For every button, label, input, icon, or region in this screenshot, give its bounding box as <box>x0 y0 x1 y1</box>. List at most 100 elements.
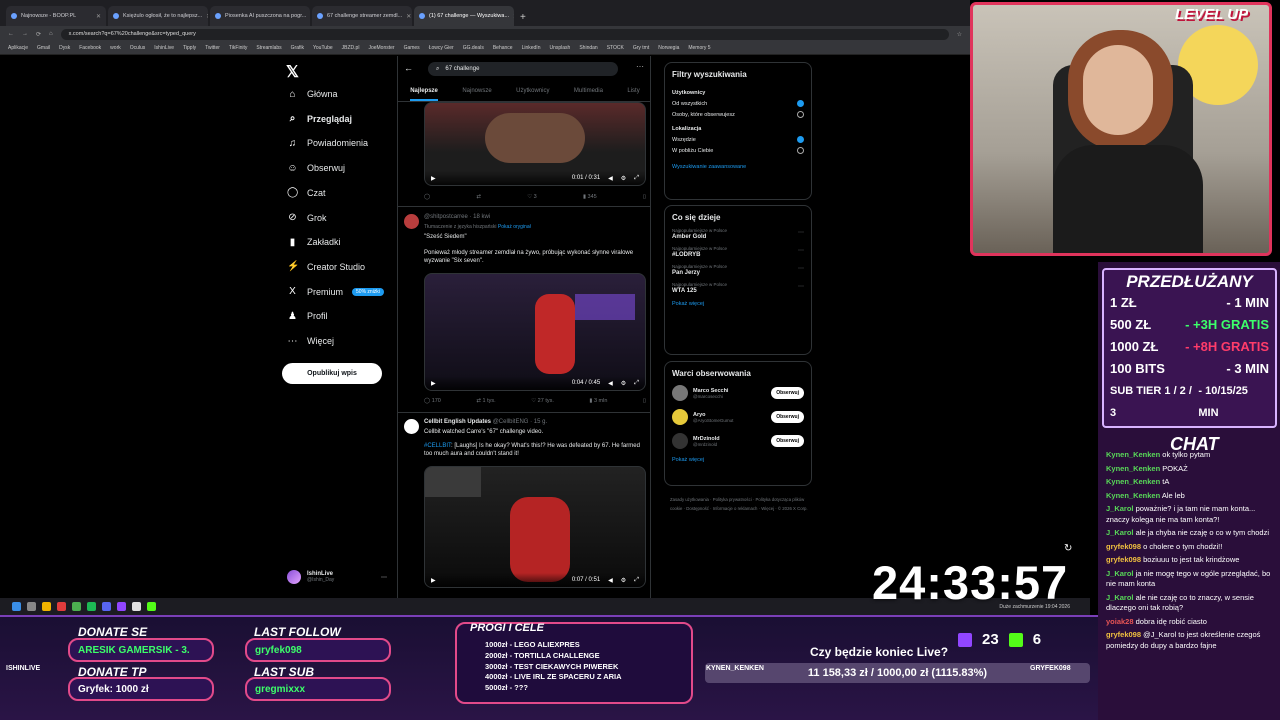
bookmark-item[interactable]: Dysk <box>59 45 70 51</box>
url-input[interactable]: x.com/search?q=67%20challenge&src=typed_… <box>60 28 949 40</box>
bookmark-item[interactable]: Behance <box>493 45 513 51</box>
search-input[interactable]: ⌕ 67 challenge <box>428 62 618 76</box>
chrome-icon[interactable] <box>132 602 141 611</box>
fullscreen-icon[interactable]: ⤢ <box>634 175 639 182</box>
follow-button[interactable]: Obserwuj <box>771 387 804 399</box>
bookmark-item[interactable]: Twitter <box>205 45 220 51</box>
star-icon[interactable]: ☆ <box>957 31 962 38</box>
post-button[interactable]: Opublikuj wpis <box>282 363 382 384</box>
app-icon[interactable] <box>72 602 81 611</box>
reload-icon[interactable]: ⟳ <box>36 31 41 38</box>
like-button[interactable]: ♡ 3 <box>527 194 537 200</box>
chat-username[interactable]: Kynen_Kenken <box>1106 450 1160 459</box>
bookmark-item[interactable]: Gmail <box>37 45 50 51</box>
more-dots-icon[interactable]: ⋯ <box>798 265 804 272</box>
reply-button[interactable]: ◯ 170 <box>424 398 441 404</box>
discord-icon[interactable] <box>102 602 111 611</box>
more-dots-icon[interactable]: ⋯ <box>798 247 804 254</box>
bookmark-item[interactable]: Gry tmt <box>633 45 649 51</box>
chat-username[interactable]: J_Karol <box>1106 504 1134 513</box>
bookmark-item[interactable]: TikFinity <box>229 45 247 51</box>
bookmark-item[interactable]: IshinLive <box>154 45 174 51</box>
close-tab-icon[interactable]: ✕ <box>96 13 101 20</box>
nav-item-czat[interactable]: ◯ Czat <box>287 183 397 203</box>
repost-button[interactable]: ⇄ 1 tys. <box>476 398 495 404</box>
bookmark-item[interactable]: Tipply <box>183 45 196 51</box>
video-player[interactable]: ▶ 0:04 / 0:45 ◀ ⚙ ⤢ <box>424 273 646 391</box>
avatar[interactable] <box>672 433 688 449</box>
browser-tab[interactable]: Księżulo ogłosił, że to najlepsz...✕ <box>108 6 208 26</box>
nav-item-więcej[interactable]: ⋯ Więcej <box>287 331 397 351</box>
chat-username[interactable]: Kynen_Kenken <box>1106 464 1160 473</box>
settings-icon[interactable]: ⚙ <box>621 380 626 387</box>
bookmark-item[interactable]: JBZD.pl <box>342 45 360 51</box>
close-tab-icon[interactable]: ✕ <box>513 13 514 20</box>
follow-suggestion[interactable]: Marco Secchi @marcosecchi Obserwuj <box>665 381 811 405</box>
bookmark-item[interactable]: LinkedIn <box>522 45 541 51</box>
video-controls[interactable]: ▶ 0:07 / 0:51 ◀ ⚙ ⤢ <box>425 573 645 587</box>
trend-item[interactable]: Najpopularniejsze w Polsce #LODRYB ⋯ <box>665 243 811 261</box>
filter-option[interactable]: Osoby, które obserwujesz <box>665 109 811 120</box>
advanced-search-link[interactable]: Wyszukiwanie zaawansowane <box>665 160 811 174</box>
show-more-link[interactable]: Pokaż więcej <box>665 453 811 467</box>
bookmark-item[interactable]: work <box>110 45 121 51</box>
x-logo-icon[interactable]: 𝕏 <box>286 62 299 82</box>
follow-suggestion[interactable]: Aryo @AryoStomeGumut Obserwuj <box>665 405 811 429</box>
filter-option[interactable]: Wszędzie <box>665 134 811 145</box>
fullscreen-icon[interactable]: ⤢ <box>634 577 639 584</box>
bookmark-item[interactable]: Grafik <box>291 45 304 51</box>
follow-suggestion[interactable]: MrDzinold @mrdzinold Obserwuj <box>665 429 811 453</box>
kick-icon[interactable] <box>147 602 156 611</box>
search-icon[interactable] <box>27 602 36 611</box>
home-button-icon[interactable]: ⌂ <box>49 31 53 37</box>
footer-links[interactable]: Zasady użytkowania · Polityka prywatnośc… <box>670 495 810 513</box>
nav-item-premium[interactable]: X Premium 50% zniżki <box>287 282 397 302</box>
nav-item-zakładki[interactable]: ▮ Zakładki <box>287 232 397 252</box>
play-icon[interactable]: ▶ <box>431 175 436 182</box>
nav-item-główna[interactable]: ⌂ Główna <box>287 84 397 104</box>
chat-username[interactable]: Kynen_Kenken <box>1106 477 1160 486</box>
settings-icon[interactable]: ⚙ <box>621 175 626 182</box>
bookmark-item[interactable]: Games <box>404 45 420 51</box>
reply-icon[interactable]: ◯ <box>424 194 430 200</box>
bookmark-item[interactable]: Łowcy Gier <box>429 45 454 51</box>
nav-item-powiadomienia[interactable]: ♫ Powiadomienia <box>287 133 397 153</box>
fullscreen-icon[interactable]: ⤢ <box>634 380 639 387</box>
tab-najnowsze[interactable]: Najnowsze <box>462 88 491 94</box>
tab-najlepsze[interactable]: Najlepsze <box>410 88 438 101</box>
chat-username[interactable]: J_Karol <box>1106 528 1134 537</box>
browser-tab[interactable]: Piosenka AI puszczona na pogr...✕ <box>210 6 310 26</box>
more-dots-icon[interactable]: ⋯ <box>798 229 804 236</box>
settings-icon[interactable]: ⚙ <box>621 577 626 584</box>
bookmark-icon[interactable]: ▯ <box>643 194 646 200</box>
close-tab-icon[interactable]: ✕ <box>206 13 208 20</box>
bookmark-item[interactable]: Facebook <box>79 45 101 51</box>
browser-tab[interactable]: (1) 67 challenge — Wyszukiwa...✕ <box>414 6 514 26</box>
chat-username[interactable]: gryfek098 <box>1106 542 1141 551</box>
nav-item-obserwuj[interactable]: ☺ Obserwuj <box>287 158 397 178</box>
bookmark-item[interactable]: Aplikacje <box>8 45 28 51</box>
volume-icon[interactable]: ◀ <box>608 380 613 387</box>
views-count[interactable]: ▮ 345 <box>583 194 597 200</box>
avatar[interactable] <box>404 214 419 229</box>
chat-username[interactable]: gryfek098 <box>1106 555 1141 564</box>
video-controls[interactable]: ▶ 0:01 / 0:31 ◀ ⚙ ⤢ <box>425 171 645 185</box>
tab-listy[interactable]: Listy <box>627 88 639 94</box>
filter-option[interactable]: W pobliżu Ciebie <box>665 145 811 156</box>
browser-tab[interactable]: 67 challenge streamer zemdl... ✕ <box>312 6 412 26</box>
nav-item-przeglądaj[interactable]: ⌕ Przeglądaj <box>287 109 397 129</box>
forward-arrow-icon[interactable]: → <box>22 31 28 37</box>
chat-username[interactable]: gryfek098 <box>1106 630 1141 639</box>
avatar[interactable] <box>672 409 688 425</box>
spotify-icon[interactable] <box>87 602 96 611</box>
nav-item-profil[interactable]: ♟ Profil <box>287 306 397 326</box>
nav-item-grok[interactable]: ⊘ Grok <box>287 208 397 228</box>
more-options-icon[interactable]: ⋯ <box>636 62 644 71</box>
more-dots-icon[interactable]: ⋯ <box>798 283 804 290</box>
play-icon[interactable]: ▶ <box>431 380 436 387</box>
new-tab-icon[interactable]: + <box>520 12 526 23</box>
tab-użytkownicy[interactable]: Użytkownicy <box>516 88 549 94</box>
post-author[interactable]: @shitpostcarree · 18 kwi <box>424 214 490 220</box>
trend-item[interactable]: Najpopularniejsze w Polsce Amber Gold ⋯ <box>665 225 811 243</box>
bookmark-item[interactable]: STOCK <box>607 45 624 51</box>
